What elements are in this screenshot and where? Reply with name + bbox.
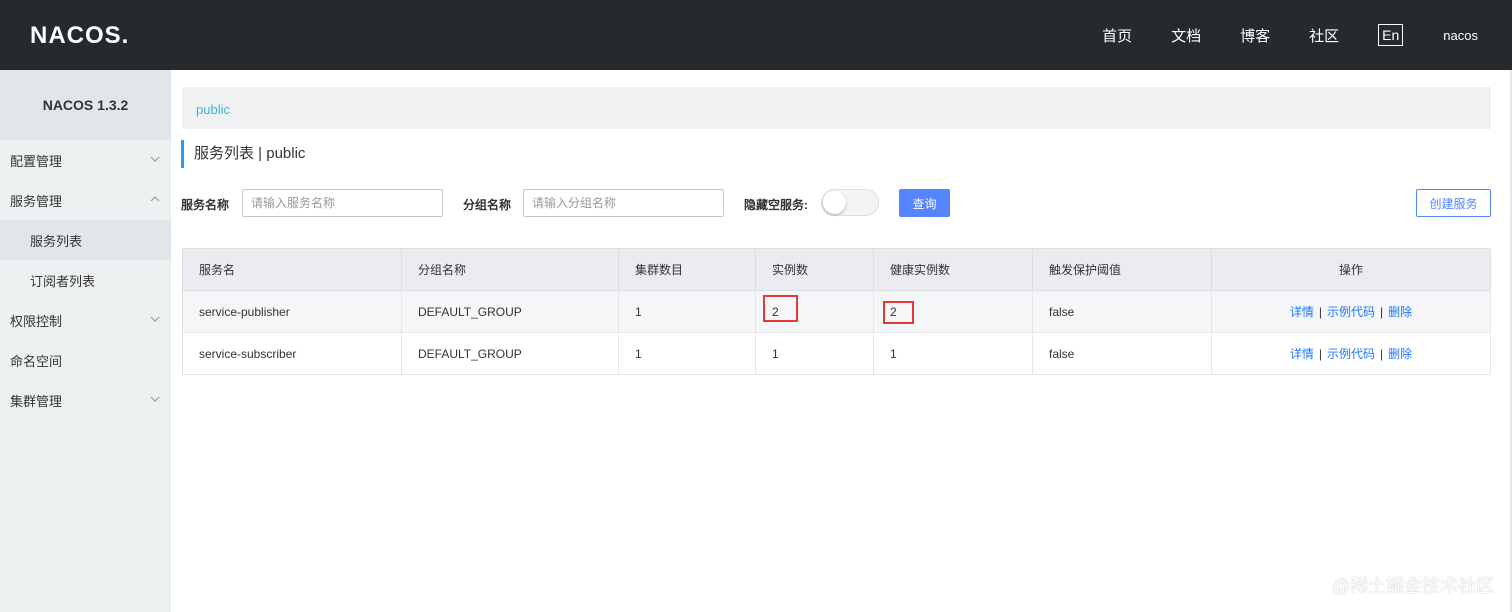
action-separator: |: [1380, 305, 1384, 319]
col-cluster-count: 集群数目: [618, 248, 756, 291]
nacos-logo[interactable]: NACOS.: [30, 22, 129, 50]
sidebar-item-label: 集群管理: [10, 393, 63, 409]
highlight-box-healthy-count: [883, 301, 914, 324]
sidebar-item-cluster[interactable]: 集群管理: [0, 380, 171, 420]
sidebar-item-config[interactable]: 配置管理: [0, 140, 171, 180]
cell-service-name: service-subscriber: [182, 332, 402, 375]
col-group-name: 分组名称: [401, 248, 619, 291]
page-title: 服务列表 | public: [181, 140, 305, 168]
cell-service-name: service-publisher: [182, 290, 402, 333]
detail-link[interactable]: 详情: [1290, 305, 1314, 319]
chevron-down-icon: [150, 156, 160, 162]
cell-actions: 详情 | 示例代码 | 删除: [1211, 290, 1491, 333]
table-header-row: 服务名 分组名称 集群数目 实例数 健康实例数 触发保护阈值 操作: [182, 248, 1491, 291]
col-healthy-count: 健康实例数: [873, 248, 1033, 291]
cell-cluster-count: 1: [618, 332, 756, 375]
sidebar-item-label: 权限控制: [10, 313, 63, 329]
create-service-button[interactable]: 创建服务: [1416, 189, 1491, 217]
col-protect-threshold: 触发保护阈值: [1032, 248, 1212, 291]
sidebar-item-service-list[interactable]: 服务列表: [0, 220, 171, 260]
group-name-label: 分组名称: [463, 198, 512, 212]
sidebar: NACOS 1.3.2 配置管理 服务管理 服务列表 订阅者列表 权限控制 命名…: [0, 70, 171, 612]
language-switch[interactable]: En: [1378, 24, 1404, 46]
user-name[interactable]: nacos: [1443, 28, 1478, 43]
delete-link[interactable]: 删除: [1388, 305, 1412, 319]
version-title: NACOS 1.3.2: [0, 70, 171, 140]
sidebar-item-label: 命名空间: [10, 353, 63, 369]
service-table: 服务名 分组名称 集群数目 实例数 健康实例数 触发保护阈值 操作 servic…: [182, 248, 1491, 375]
action-separator: |: [1318, 305, 1322, 319]
table-row: service-publisher DEFAULT_GROUP 1 2 2 fa…: [182, 290, 1491, 333]
nav-home[interactable]: 首页: [1102, 25, 1132, 46]
nav-community[interactable]: 社区: [1309, 25, 1339, 46]
highlight-box-instance-count: [763, 295, 798, 322]
action-separator: |: [1380, 347, 1384, 361]
service-name-input[interactable]: [242, 189, 443, 217]
sidebar-item-label: 服务列表: [30, 233, 83, 249]
sidebar-item-label: 配置管理: [10, 153, 63, 169]
main-content: public 服务列表 | public 服务名称 分组名称 隐藏空服务: 查询…: [171, 70, 1512, 612]
chevron-up-icon: [150, 196, 160, 202]
cell-group-name: DEFAULT_GROUP: [401, 332, 619, 375]
query-button[interactable]: 查询: [899, 189, 950, 217]
sidebar-item-subscriber-list[interactable]: 订阅者列表: [0, 260, 171, 300]
action-separator: |: [1318, 347, 1322, 361]
cell-protect-threshold: false: [1032, 332, 1212, 375]
sidebar-item-label: 订阅者列表: [30, 273, 96, 289]
top-nav: 首页 文档 博客 社区 En nacos: [1102, 0, 1512, 70]
top-bar: NACOS. 首页 文档 博客 社区 En nacos: [0, 0, 1512, 70]
cell-group-name: DEFAULT_GROUP: [401, 290, 619, 333]
sidebar-item-label: 服务管理: [10, 193, 63, 209]
hide-empty-label: 隐藏空服务:: [744, 198, 808, 212]
sample-code-link[interactable]: 示例代码: [1327, 347, 1375, 361]
table-row: service-subscriber DEFAULT_GROUP 1 1 1 f…: [182, 332, 1491, 375]
cell-cluster-count: 1: [618, 290, 756, 333]
col-actions: 操作: [1211, 248, 1491, 291]
sidebar-item-namespace[interactable]: 命名空间: [0, 340, 171, 380]
delete-link[interactable]: 删除: [1388, 347, 1412, 361]
namespace-link-public[interactable]: public: [196, 102, 230, 117]
col-service-name: 服务名: [182, 248, 402, 291]
cell-healthy-count: 1: [873, 332, 1033, 375]
chevron-down-icon: [150, 396, 160, 402]
sidebar-item-auth[interactable]: 权限控制: [0, 300, 171, 340]
chevron-down-icon: [150, 316, 160, 322]
cell-instance-count: 1: [755, 332, 874, 375]
detail-link[interactable]: 详情: [1290, 347, 1314, 361]
watermark: @稀土掘金技术社区: [1331, 576, 1494, 596]
cell-protect-threshold: false: [1032, 290, 1212, 333]
col-instance-count: 实例数: [755, 248, 874, 291]
service-name-label: 服务名称: [181, 198, 230, 212]
nav-blog[interactable]: 博客: [1240, 25, 1270, 46]
cell-actions: 详情 | 示例代码 | 删除: [1211, 332, 1491, 375]
toggle-knob: [823, 191, 846, 214]
group-name-input[interactable]: [523, 189, 724, 217]
sample-code-link[interactable]: 示例代码: [1327, 305, 1375, 319]
hide-empty-toggle[interactable]: [821, 189, 879, 216]
nav-docs[interactable]: 文档: [1171, 25, 1201, 46]
namespace-bar: public: [182, 87, 1491, 129]
sidebar-item-service[interactable]: 服务管理: [0, 180, 171, 220]
